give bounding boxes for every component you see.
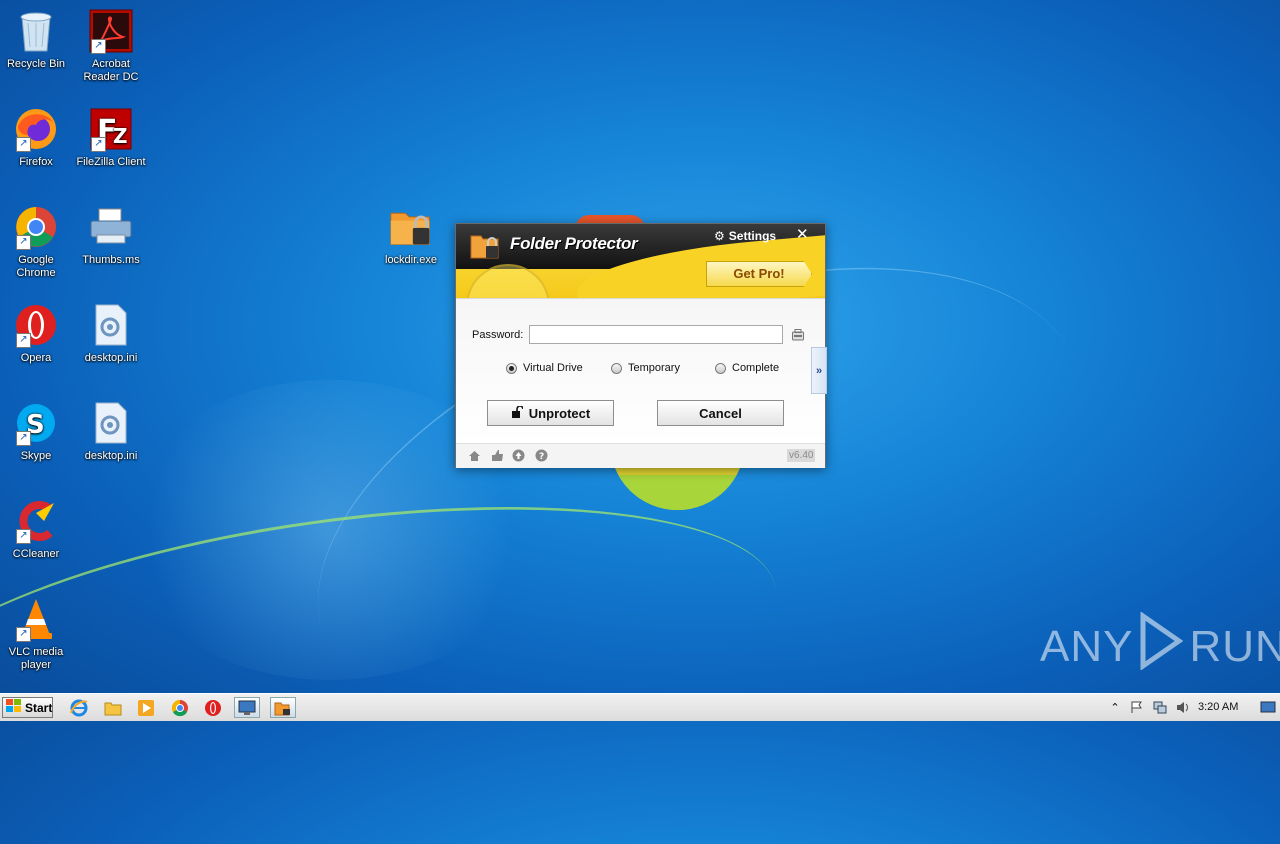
vlc-icon: ↗	[14, 596, 58, 642]
desktop-icon-desktop-ini-2[interactable]: desktop.ini	[75, 400, 147, 463]
desktop-icon-chrome[interactable]: ↗ Google Chrome	[0, 204, 72, 280]
volume-icon[interactable]	[1176, 700, 1190, 714]
start-button[interactable]: Start	[2, 697, 53, 718]
shortcut-arrow-icon: ↗	[16, 627, 31, 642]
network-icon[interactable]	[1153, 700, 1167, 714]
update-icon[interactable]	[512, 449, 525, 462]
taskbar-explorer-icon[interactable]	[100, 697, 126, 718]
anyrun-watermark: ANY RUN	[1040, 611, 1280, 681]
desktop-icon-lockdir[interactable]: lockdir.exe	[375, 204, 447, 267]
action-center-flag-icon[interactable]	[1130, 700, 1144, 714]
get-pro-button[interactable]: Get Pro!	[706, 261, 812, 287]
taskbar-opera-icon[interactable]	[200, 697, 226, 718]
skype-icon: S ↗	[14, 400, 58, 446]
desktop-icon-thumbs[interactable]: Thumbs.ms	[75, 204, 147, 267]
taskbar-internet-explorer-icon[interactable]	[66, 697, 92, 718]
version-label: v6.40	[787, 449, 816, 462]
shortcut-arrow-icon: ↗	[16, 529, 31, 544]
windows-logo-icon	[6, 699, 22, 716]
radio-complete[interactable]: Complete	[715, 362, 779, 374]
svg-text:?: ?	[539, 452, 544, 462]
dialog-title: Folder Protector	[510, 234, 638, 253]
dialog-body: Password: Virtual Drive Temporary Comple…	[456, 298, 825, 444]
shortcut-arrow-icon: ↗	[16, 431, 31, 446]
expand-panel-button[interactable]: »	[811, 347, 827, 394]
desktop-icon-opera[interactable]: ↗ Opera	[0, 302, 72, 365]
show-desktop-button[interactable]	[1260, 698, 1276, 716]
password-input[interactable]	[529, 325, 783, 344]
shortcut-arrow-icon: ↗	[16, 333, 31, 348]
opera-icon: ↗	[14, 302, 58, 348]
settings-file-icon	[89, 400, 133, 446]
settings-file-icon	[89, 302, 133, 348]
close-button[interactable]: ✕	[796, 225, 809, 243]
radio-temporary[interactable]: Temporary	[611, 362, 680, 374]
settings-button[interactable]: ⚙ Settings	[714, 229, 776, 243]
desktop-icon-skype[interactable]: S ↗ Skype	[0, 400, 72, 463]
settings-label: Settings	[728, 229, 777, 243]
taskbar-media-player-icon[interactable]	[133, 697, 159, 718]
gear-icon: ⚙	[714, 229, 725, 243]
help-icon[interactable]: ?	[535, 449, 548, 462]
keyboard-icon[interactable]	[792, 328, 804, 341]
desktop-icon-ccleaner[interactable]: ↗ CCleaner	[0, 498, 72, 561]
radio-virtual-drive[interactable]: Virtual Drive	[506, 362, 583, 374]
shortcut-arrow-icon: ↗	[91, 39, 106, 54]
desktop-icon-filezilla[interactable]: FZ ↗ FileZilla Client	[75, 106, 147, 169]
unprotect-button[interactable]: Unprotect	[487, 400, 614, 426]
taskbar-chrome-icon[interactable]	[167, 697, 193, 718]
desktop-icon-firefox[interactable]: ↗ Firefox	[0, 106, 72, 169]
folder-lock-icon	[389, 204, 433, 250]
taskbar: Start ⌃ 3:20 AM	[0, 693, 1280, 721]
printer-icon	[89, 204, 133, 250]
acrobat-icon: ↗	[89, 8, 133, 54]
radio-dot	[611, 362, 622, 374]
unlock-icon	[511, 404, 524, 421]
password-label: Password:	[472, 329, 524, 341]
desktop-icon-recycle-bin[interactable]: Recycle Bin	[0, 8, 72, 71]
firefox-icon: ↗	[14, 106, 58, 152]
radio-dot	[715, 362, 726, 374]
shortcut-arrow-icon: ↗	[16, 137, 31, 152]
filezilla-icon: FZ ↗	[89, 106, 133, 152]
taskbar-remote-desktop-icon[interactable]	[234, 697, 260, 718]
shortcut-arrow-icon: ↗	[16, 235, 31, 250]
ccleaner-icon: ↗	[14, 498, 58, 544]
taskbar-clock[interactable]: 3:20 AM	[1198, 701, 1238, 713]
folder-protector-dialog: Folder Protector ⚙ Settings ✕ Get Pro! P…	[455, 223, 827, 468]
desktop-icon-acrobat[interactable]: ↗ Acrobat Reader DC	[75, 8, 147, 84]
header-decoration	[466, 264, 550, 298]
desktop-icon-vlc[interactable]: ↗ VLC media player	[0, 596, 72, 672]
folder-protector-logo-icon	[470, 232, 502, 260]
taskbar-folder-protector-icon[interactable]	[270, 697, 296, 718]
shortcut-arrow-icon: ↗	[91, 137, 106, 152]
show-hidden-icons-icon[interactable]: ⌃	[1108, 700, 1122, 714]
desktop-icon-desktop-ini-1[interactable]: desktop.ini	[75, 302, 147, 365]
chrome-icon: ↗	[14, 204, 58, 250]
cancel-button[interactable]: Cancel	[657, 400, 784, 426]
home-icon[interactable]	[468, 449, 481, 462]
play-icon	[1139, 611, 1184, 681]
svg-text:Z: Z	[113, 124, 128, 148]
radio-dot	[506, 362, 517, 374]
thumbs-up-icon[interactable]	[491, 449, 504, 462]
recycle-bin-icon	[14, 8, 58, 54]
dialog-footer: ? v6.40	[456, 443, 825, 468]
